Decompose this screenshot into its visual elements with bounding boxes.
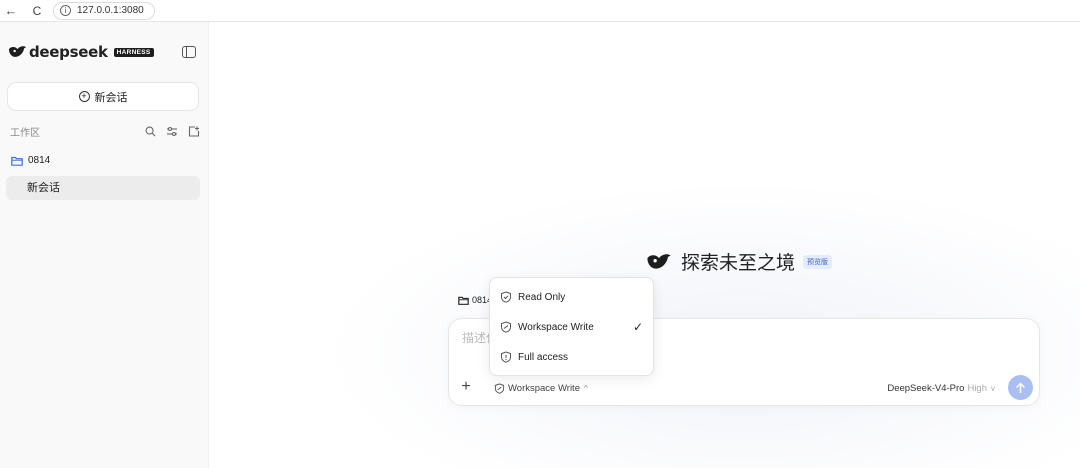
- permission-mode-label: Workspace Write: [508, 383, 580, 394]
- sidebar-toggle-icon[interactable]: [182, 46, 196, 58]
- reasoning-level: High: [967, 383, 987, 394]
- menu-item-full-access[interactable]: Full access: [490, 345, 655, 369]
- send-button[interactable]: [1008, 375, 1033, 400]
- menu-item-label: Read Only: [518, 291, 566, 303]
- model-selector[interactable]: DeepSeek-V4-Pro High v: [887, 383, 995, 394]
- folder-icon: [458, 296, 469, 305]
- shield-icon: [501, 291, 511, 303]
- back-button[interactable]: ←: [1, 1, 21, 21]
- address-bar[interactable]: i 127.0.0.1:3080: [53, 1, 155, 20]
- whale-logo-icon: [8, 46, 27, 57]
- hero-heading: 探索未至之境 预览版: [646, 248, 833, 275]
- new-folder-icon[interactable]: [188, 126, 200, 138]
- url-text: 127.0.0.1:3080: [77, 5, 144, 16]
- workspace-header: 工作区: [10, 124, 200, 139]
- workspace-chip[interactable]: 0814: [458, 295, 492, 305]
- new-chat-button[interactable]: + 新会话: [7, 82, 199, 111]
- workspace-folder[interactable]: 0814: [11, 155, 50, 166]
- whale-logo-icon: [647, 253, 671, 269]
- shield-edit-icon: [501, 321, 511, 333]
- arrow-up-icon: [1015, 381, 1026, 393]
- browser-toolbar: ← C i 127.0.0.1:3080: [0, 0, 1080, 22]
- site-info-icon[interactable]: i: [60, 5, 71, 16]
- folder-icon: [11, 156, 23, 166]
- folder-name: 0814: [28, 155, 51, 166]
- search-icon[interactable]: [144, 126, 156, 138]
- menu-item-read-only[interactable]: Read Only: [490, 285, 655, 309]
- permission-mode-button[interactable]: Workspace Write ^: [494, 383, 588, 394]
- new-chat-label: 新会话: [94, 91, 128, 104]
- menu-item-label: Full access: [518, 351, 569, 363]
- menu-item-label: Workspace Write: [518, 321, 594, 333]
- chevron-down-icon: v: [991, 384, 995, 393]
- logo-text: deepseek: [29, 43, 108, 61]
- add-attachment-button[interactable]: +: [457, 379, 475, 397]
- harness-badge: HARNESS: [113, 47, 154, 57]
- workspace-title: 工作区: [10, 128, 40, 139]
- sidebar: deepseek HARNESS + 新会话 工作区 0814 新会话: [0, 22, 209, 468]
- shield-alert-icon: [501, 351, 511, 363]
- preview-badge: 预览版: [803, 254, 833, 269]
- chevron-up-icon: ^: [583, 384, 588, 393]
- filter-icon[interactable]: [166, 126, 178, 138]
- app-logo: deepseek HARNESS: [8, 43, 154, 61]
- plus-circle-icon: +: [78, 91, 90, 102]
- reload-button[interactable]: C: [27, 1, 47, 21]
- main-panel: 探索未至之境 预览版 0814 + Workspace Write ^ Deep…: [210, 22, 1080, 468]
- hero-title: 探索未至之境: [681, 252, 796, 274]
- shield-edit-icon: [494, 383, 505, 394]
- session-item[interactable]: 新会话: [6, 176, 200, 200]
- menu-item-workspace-write[interactable]: Workspace Write ✓: [490, 315, 655, 339]
- permission-mode-menu: Read Only Workspace Write ✓ Full access: [489, 277, 654, 376]
- checkmark-icon: ✓: [632, 320, 643, 334]
- model-name: DeepSeek-V4-Pro: [887, 383, 965, 394]
